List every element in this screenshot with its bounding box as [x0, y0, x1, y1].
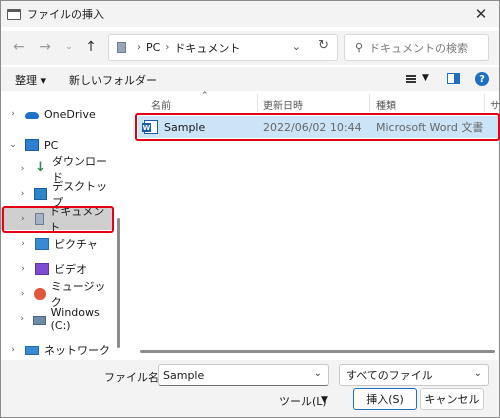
up-arrow-icon[interactable]: ↑: [81, 37, 101, 57]
window-title: ファイルの挿入: [27, 8, 104, 21]
drive-icon: [33, 316, 46, 325]
expand-chevron-icon[interactable]: ›: [17, 264, 29, 274]
desktop-icon: [34, 188, 48, 200]
search-icon: ⚲: [355, 41, 364, 54]
command-bar: 整理 ▾ 新しいフォルダー ▼ ?: [1, 67, 499, 91]
address-row: ← → ⌄ ↑ › PC › ドキュメント ⌄ ↻ ⚲ ドキュメントの検索: [1, 31, 499, 65]
sidebar-item-music[interactable]: › ミュージック: [1, 280, 113, 309]
search-placeholder: ドキュメントの検索: [369, 41, 469, 55]
column-divider[interactable]: [484, 94, 485, 112]
sidebar-item-desktop[interactable]: › デスクトップ: [1, 180, 113, 209]
preview-pane-icon[interactable]: [447, 73, 460, 84]
new-folder-button[interactable]: 新しいフォルダー: [69, 72, 157, 88]
expand-chevron-icon[interactable]: ›: [17, 189, 28, 199]
column-header-type[interactable]: 種類: [376, 97, 396, 112]
filename-field[interactable]: Sample ⌄: [158, 364, 329, 386]
sidebar-item-label: ネットワーク: [44, 344, 110, 357]
file-type-select[interactable]: すべてのファイル ⌄: [339, 364, 489, 386]
chevron-down-icon[interactable]: ⌄: [314, 368, 322, 379]
title-bar: ファイルの挿入 ✕: [1, 1, 499, 27]
column-header-name[interactable]: 名前: [151, 97, 171, 112]
sidebar-item-network[interactable]: › ネットワーク: [1, 339, 113, 361]
caret-down-icon[interactable]: ▼: [321, 395, 328, 405]
network-icon: [25, 345, 39, 355]
download-icon: ↓: [35, 160, 47, 175]
file-type-value: すべてのファイル: [346, 369, 433, 382]
expand-chevron-icon[interactable]: ›: [17, 239, 29, 249]
tools-menu-button[interactable]: ツール(L): [279, 393, 327, 409]
filename-value: Sample: [163, 368, 205, 382]
search-input[interactable]: ⚲ ドキュメントの検索: [344, 34, 489, 61]
view-options-icon[interactable]: [406, 75, 416, 83]
sidebar-item-onedrive[interactable]: › OneDrive: [1, 103, 113, 125]
expand-chevron-icon[interactable]: ›: [17, 289, 28, 299]
breadcrumb-pc[interactable]: PC: [146, 41, 160, 54]
sidebar-item-windows-c[interactable]: › Windows (C:): [1, 306, 113, 332]
chevron-down-icon[interactable]: ⌄: [292, 40, 301, 53]
chevron-down-icon[interactable]: ⌄: [474, 368, 482, 379]
sidebar-item-pictures[interactable]: › ピクチャ: [1, 233, 113, 255]
sidebar-item-label: ピクチャ: [54, 238, 98, 251]
breadcrumb-documents[interactable]: ドキュメント: [174, 40, 240, 56]
nav-pane-scrollbar[interactable]: [117, 218, 120, 348]
highlight-frame-file: [135, 113, 500, 141]
sidebar-item-label: ビデオ: [54, 263, 87, 276]
sidebar-item-videos[interactable]: › ビデオ: [1, 258, 113, 280]
forward-arrow-icon[interactable]: →: [35, 37, 55, 57]
cancel-button[interactable]: キャンセル: [420, 388, 484, 410]
organize-menu-button[interactable]: 整理 ▾: [15, 72, 46, 88]
column-header-modified[interactable]: 更新日時: [263, 97, 303, 112]
breadcrumb-separator-icon: ›: [165, 42, 170, 53]
close-icon[interactable]: ✕: [469, 3, 493, 25]
column-header-size[interactable]: サ: [490, 97, 500, 112]
sidebar-item-label: OneDrive: [44, 107, 96, 121]
breadcrumb-separator-icon: ›: [137, 42, 141, 53]
music-icon: [34, 288, 46, 300]
dialog-footer: ファイル名(N): Sample ⌄ すべてのファイル ⌄ ツール(L) ▼ 挿…: [1, 360, 499, 417]
column-divider[interactable]: [257, 94, 258, 112]
address-bar[interactable]: › PC › ドキュメント ⌄ ↻: [108, 34, 338, 61]
sidebar-item-downloads[interactable]: › ↓ ダウンロード: [1, 155, 113, 184]
help-icon[interactable]: ?: [475, 72, 489, 86]
videos-icon: [35, 263, 49, 275]
onedrive-icon: [25, 112, 39, 119]
highlight-frame-documents: [2, 206, 114, 233]
insert-file-dialog: ファイルの挿入 ✕ ← → ⌄ ↑ › PC › ドキュメント ⌄ ↻ ⚲ ドキ…: [0, 0, 500, 418]
column-header-row: ⌃ 名前 更新日時 種類 サ: [124, 91, 500, 114]
pc-icon: [25, 139, 39, 151]
sidebar-item-label: Windows (C:): [50, 306, 100, 332]
expand-chevron-icon[interactable]: ›: [7, 345, 19, 355]
pictures-icon: [35, 238, 49, 250]
sidebar-item-label: PC: [44, 138, 59, 152]
caret-down-icon[interactable]: ▼: [422, 73, 429, 83]
back-arrow-icon[interactable]: ←: [9, 37, 29, 57]
refresh-icon[interactable]: ↻: [318, 38, 329, 53]
collapse-chevron-icon[interactable]: ⌄: [7, 140, 19, 150]
horizontal-scrollbar[interactable]: [140, 350, 495, 353]
expand-chevron-icon[interactable]: ›: [17, 314, 27, 324]
window-icon: [7, 8, 21, 20]
expand-chevron-icon[interactable]: ›: [17, 164, 28, 174]
documents-icon: [117, 42, 126, 53]
insert-button[interactable]: 挿入(S): [353, 388, 417, 410]
column-divider[interactable]: [369, 94, 370, 112]
expand-chevron-icon[interactable]: ›: [7, 109, 19, 119]
sort-ascending-icon: ⌃: [201, 91, 209, 101]
recent-locations-chevron-icon[interactable]: ⌄: [59, 37, 79, 57]
